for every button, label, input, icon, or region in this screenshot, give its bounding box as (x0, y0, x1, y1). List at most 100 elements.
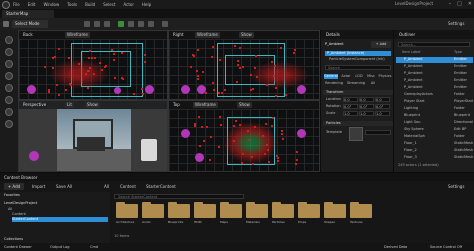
filter-rendering[interactable]: Rendering (324, 81, 344, 86)
menu-file[interactable]: File (13, 2, 20, 7)
platforms-icon[interactable] (162, 21, 168, 27)
rotation-z[interactable]: 0.0° (375, 104, 390, 109)
derived-data-button[interactable]: Derived Data (384, 243, 407, 251)
blueprint-icon[interactable] (94, 21, 100, 27)
maximize-icon[interactable]: □ (457, 1, 462, 7)
filter-all[interactable]: All (368, 81, 378, 86)
outliner-row[interactable]: GameplayActors Folder (396, 92, 473, 98)
project-section[interactable]: LevelDesignProject (4, 201, 104, 206)
details-add-button[interactable]: + Add (371, 41, 391, 48)
folder-icon[interactable] (272, 202, 294, 218)
viewport-right[interactable]: Right Wireframe Show (168, 30, 320, 100)
collections-section[interactable]: Collections (4, 237, 104, 242)
mesh-paint-icon[interactable] (5, 72, 13, 80)
scale-y[interactable]: 1.0 (359, 111, 374, 116)
menu-actor[interactable]: Actor (123, 2, 134, 7)
component-child[interactable]: ParticleSystemComponent (Inh) (329, 57, 391, 62)
content-drawer-button[interactable]: Content Drawer (4, 243, 32, 251)
add-actor-icon[interactable] (84, 21, 90, 27)
import-button[interactable]: Import (32, 184, 45, 189)
unreal-logo-icon[interactable] (2, 0, 10, 9)
outliner-row[interactable]: P_Ambient Emitter (396, 85, 473, 91)
more-options-icon[interactable] (148, 21, 154, 27)
content-browser-tab[interactable]: Content Browser (4, 174, 37, 181)
template-thumbnail[interactable] (349, 127, 363, 141)
location-x[interactable]: 0.0 (343, 97, 358, 102)
path-content[interactable]: Content (120, 184, 136, 189)
folder-icon[interactable] (324, 202, 346, 218)
fracture-tool-icon[interactable] (5, 96, 13, 104)
source-control-button[interactable]: Source Control Off (430, 243, 462, 251)
viewport-show[interactable]: Show (237, 102, 252, 108)
tab-startermap[interactable]: StarterMap (2, 10, 54, 18)
viewport-name[interactable]: Top (173, 102, 180, 107)
component-root[interactable]: P_Ambient (Instance) (325, 51, 391, 56)
viewport-mode[interactable]: Wireframe (195, 32, 220, 38)
outliner-row[interactable]: P_Ambient Emitter (396, 64, 473, 70)
outliner-row[interactable]: Player Start PlayerStart (396, 99, 473, 105)
folder-icon[interactable] (116, 202, 138, 218)
filter-actor[interactable]: Actor (340, 74, 352, 79)
menu-help[interactable]: Help (142, 2, 151, 7)
menu-edit[interactable]: Edit (28, 2, 36, 7)
menu-select[interactable]: Select (103, 2, 115, 7)
path-all[interactable]: All (104, 184, 109, 189)
menu-build[interactable]: Build (85, 2, 95, 7)
folder-icon[interactable] (168, 202, 190, 218)
brush-tool-icon[interactable] (5, 108, 13, 116)
particles-section[interactable]: Particles (323, 121, 393, 126)
filter-physics[interactable]: Physics (378, 74, 392, 79)
outliner-col-label[interactable]: Item Label (402, 50, 442, 55)
filter-misc[interactable]: Misc (366, 74, 376, 79)
menu-tools[interactable]: Tools (67, 2, 77, 7)
favorites-section[interactable]: Favorites (4, 193, 104, 198)
outliner-row[interactable]: Floor_3 StaticMesh (396, 155, 473, 161)
outliner-row[interactable]: Sky Sphere Edit BP (396, 127, 473, 133)
rotation-y[interactable]: 0.0° (359, 104, 374, 109)
animation-tool-icon[interactable] (5, 120, 13, 128)
minimize-icon[interactable]: – (449, 1, 452, 7)
viewport-mode[interactable]: Wireframe (193, 102, 218, 108)
viewport-top[interactable]: Top Wireframe Show (168, 100, 320, 172)
foliage-tool-icon[interactable] (5, 60, 13, 68)
cinematics-icon[interactable] (104, 21, 110, 27)
details-search-input[interactable]: Search (325, 65, 391, 70)
scale-x[interactable]: 1.0 (343, 111, 358, 116)
outliner-row[interactable]: MaterialSph Folder (396, 134, 473, 140)
landscape-tool-icon[interactable] (5, 48, 13, 56)
outliner-col-type[interactable]: Type (454, 50, 474, 55)
content-search-input[interactable]: Search StarterContent (114, 194, 244, 199)
transform-section[interactable]: Transform (323, 90, 393, 95)
folder-icon[interactable] (194, 202, 216, 218)
save-icon[interactable] (3, 21, 9, 27)
viewport-name[interactable]: Perspective (23, 102, 46, 107)
toolbar-settings[interactable]: Settings (448, 20, 464, 28)
template-dropdown[interactable] (365, 130, 391, 135)
outliner-row[interactable]: Light Sou Directional (396, 120, 473, 126)
viewport-name[interactable]: Back (23, 32, 33, 37)
folder-icon[interactable] (246, 202, 268, 218)
content-settings[interactable]: Settings (448, 184, 464, 189)
folder-icon[interactable] (142, 202, 164, 218)
filter-streaming[interactable]: Streaming (346, 81, 366, 86)
location-y[interactable]: 0.0 (359, 97, 374, 102)
viewport-mode[interactable]: Wireframe (65, 32, 90, 38)
outliner-search-input[interactable]: Search... (398, 42, 470, 47)
modeling-tool-icon[interactable] (5, 84, 13, 92)
filter-lod[interactable]: LOD (354, 74, 364, 79)
viewport-name[interactable]: Right (173, 32, 184, 37)
filter-general[interactable]: General (324, 74, 338, 79)
viewport-show[interactable]: Show (239, 32, 254, 38)
viewport-perspective[interactable]: Perspective Lit Show (18, 100, 168, 172)
location-z[interactable]: 0.0 (375, 97, 390, 102)
select-tool-icon[interactable] (5, 36, 13, 44)
folder-icon[interactable] (298, 202, 320, 218)
output-log-button[interactable]: Output Log (50, 243, 70, 251)
viewport-back[interactable]: Back Wireframe (18, 30, 168, 100)
play-icon[interactable] (118, 21, 124, 27)
outliner-row[interactable]: P_Ambient Emitter (396, 78, 473, 84)
close-icon[interactable]: ✕ (468, 1, 472, 7)
skip-icon[interactable] (128, 21, 134, 27)
scale-z[interactable]: 1.0 (375, 111, 390, 116)
rotation-x[interactable]: 0.0° (343, 104, 358, 109)
